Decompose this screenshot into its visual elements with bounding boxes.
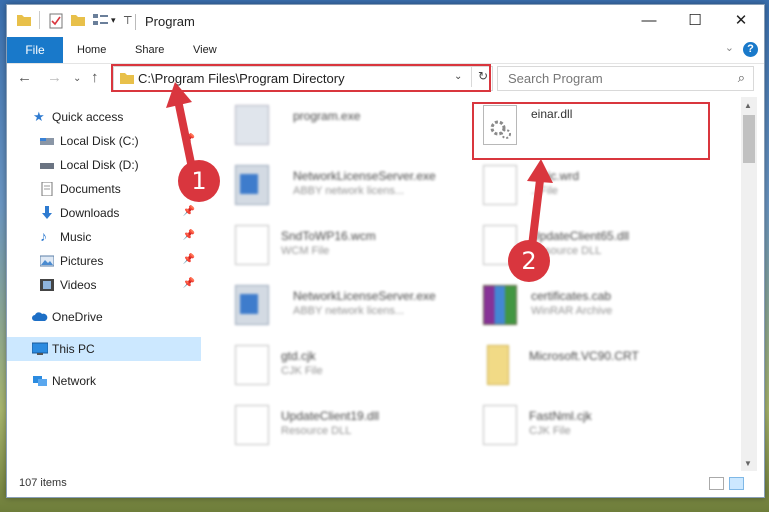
arrow-1 xyxy=(166,82,196,172)
step-1-badge: 1 xyxy=(178,160,220,202)
step-2-badge: 2 xyxy=(508,240,550,282)
annotation-arrows xyxy=(166,82,553,250)
arrow-2 xyxy=(527,159,553,250)
